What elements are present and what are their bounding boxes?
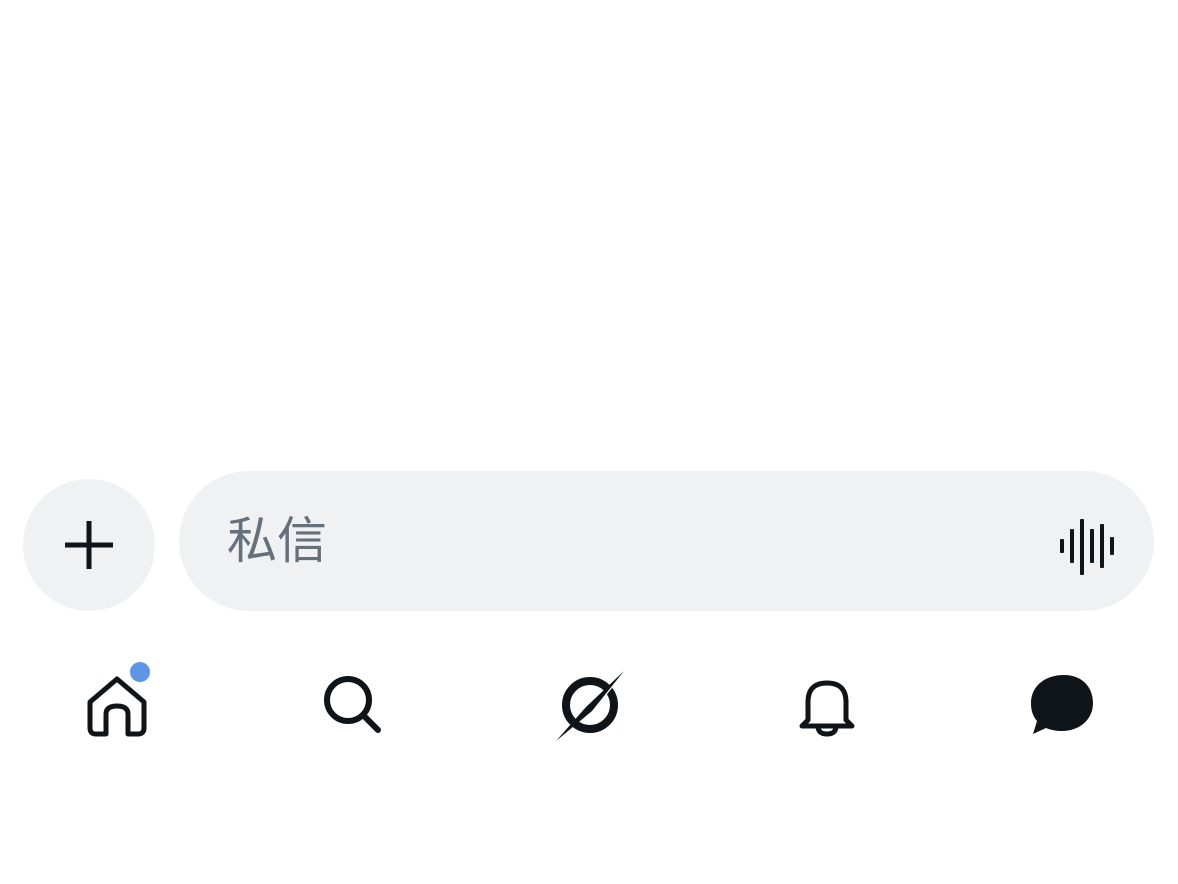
search-icon	[324, 676, 381, 733]
message-input-container	[179, 471, 1154, 611]
dm-screen	[0, 0, 1178, 884]
message-bubble-icon	[1031, 675, 1093, 734]
audio-waveform-icon	[1060, 519, 1114, 575]
plus-icon	[65, 521, 113, 569]
home-indicator-area	[0, 790, 1178, 884]
message-composer	[0, 470, 1178, 612]
conversation-area	[0, 0, 1178, 470]
tab-notifications[interactable]	[782, 660, 872, 750]
tab-search[interactable]	[308, 660, 398, 750]
add-attachment-button[interactable]	[23, 479, 155, 611]
bell-icon	[799, 680, 855, 737]
bottom-tab-bar	[0, 650, 1178, 770]
home-notification-badge	[130, 662, 150, 682]
tab-grok[interactable]	[545, 660, 635, 750]
voice-message-button[interactable]	[1055, 513, 1119, 577]
message-input[interactable]	[227, 505, 1027, 577]
tab-messages[interactable]	[1017, 660, 1107, 750]
grok-icon	[556, 671, 624, 741]
